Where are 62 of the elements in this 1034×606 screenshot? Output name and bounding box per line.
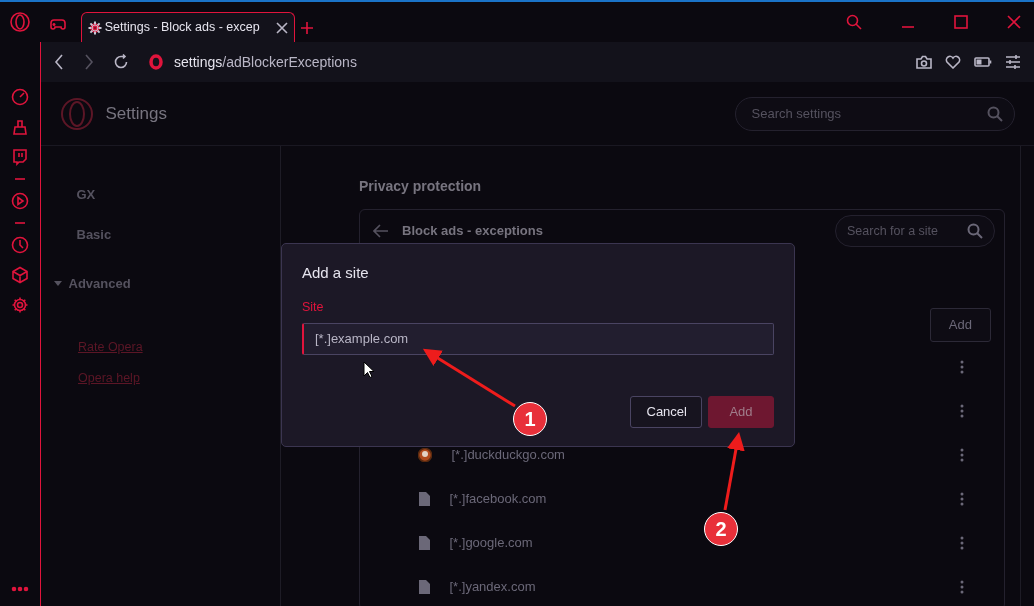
camera-icon[interactable] xyxy=(916,55,932,69)
dash-icon xyxy=(15,178,25,180)
battery-icon[interactable] xyxy=(974,57,992,67)
file-icon xyxy=(418,579,430,594)
caret-icon[interactable] xyxy=(54,280,62,287)
kebab-menu-icon[interactable] xyxy=(960,403,964,418)
site-name: [*.]duckduckgo.com xyxy=(451,446,565,464)
site-name: [*.]yandex.com xyxy=(449,578,536,596)
tab-title: Settings - Block ads - excep xyxy=(104,19,261,37)
site-search-field[interactable]: Search for a site xyxy=(835,215,995,247)
dash-icon xyxy=(15,222,25,224)
opera-logo-icon xyxy=(60,97,93,130)
site-input-field[interactable]: [*.]example.com xyxy=(302,322,774,355)
maximize-icon[interactable] xyxy=(954,15,968,29)
sliders-icon[interactable] xyxy=(1005,55,1021,69)
clock-icon[interactable] xyxy=(11,236,29,254)
mouse-cursor-icon xyxy=(363,361,375,379)
nav-item[interactable]: Basic xyxy=(76,224,112,244)
close-icon[interactable] xyxy=(1007,15,1021,29)
browser-tab[interactable]: Settings - Block ads - excep xyxy=(80,12,295,42)
add-button[interactable]: Add xyxy=(929,308,991,342)
search-icon xyxy=(967,223,983,239)
kebab-menu-icon[interactable] xyxy=(960,491,964,506)
gear-icon[interactable] xyxy=(11,296,29,314)
file-icon xyxy=(418,535,430,550)
opera-logo-icon[interactable] xyxy=(10,12,30,32)
search-icon[interactable] xyxy=(846,14,862,30)
field-label: Site xyxy=(302,298,325,316)
heart-icon[interactable] xyxy=(945,55,961,69)
search-field[interactable]: Search settings xyxy=(734,96,1015,131)
kebab-menu-icon[interactable] xyxy=(960,535,964,550)
cube-icon[interactable] xyxy=(11,266,29,284)
nav-item[interactable]: Advanced xyxy=(68,274,131,294)
kebab-menu-icon[interactable] xyxy=(960,579,964,594)
gamepad-icon[interactable] xyxy=(50,18,66,30)
chat-icon[interactable] xyxy=(11,148,29,166)
reload-icon[interactable] xyxy=(113,54,129,70)
play-circle-icon[interactable] xyxy=(11,192,29,210)
close-icon[interactable] xyxy=(275,21,288,34)
file-icon xyxy=(418,491,430,506)
page-title: Settings xyxy=(105,102,167,125)
search-icon xyxy=(986,105,1003,122)
plus-icon[interactable] xyxy=(301,22,313,34)
more-icon[interactable] xyxy=(11,586,29,592)
card-title: Block ads - exceptions xyxy=(402,222,543,241)
back-icon[interactable] xyxy=(54,54,64,70)
forward-icon[interactable] xyxy=(83,54,94,70)
kebab-menu-icon[interactable] xyxy=(960,359,964,374)
nav-item[interactable]: GX xyxy=(76,185,96,205)
speedometer-icon[interactable] xyxy=(11,88,29,106)
duck-favicon-icon xyxy=(418,447,432,462)
cancel-button[interactable]: Cancel xyxy=(629,396,702,428)
kebab-menu-icon[interactable] xyxy=(960,447,964,462)
step-number-marker: 2 xyxy=(704,512,738,546)
dialog-title: Add a site xyxy=(302,263,370,283)
back-arrow-icon[interactable] xyxy=(373,224,389,238)
opera-logo-icon xyxy=(148,54,163,70)
section-title: Privacy protection xyxy=(359,177,483,196)
site-name: [*.]google.com xyxy=(449,534,533,552)
gear-icon xyxy=(87,20,102,35)
site-name: [*.]facebook.com xyxy=(449,490,547,508)
broom-icon[interactable] xyxy=(11,118,29,136)
